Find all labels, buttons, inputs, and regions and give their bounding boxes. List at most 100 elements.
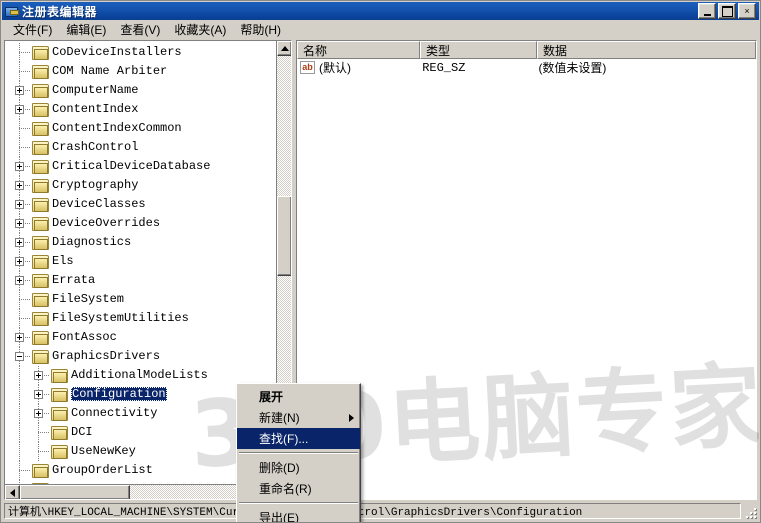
context-menu-item[interactable]: 展开 bbox=[237, 386, 360, 407]
tree-item-label: Errata bbox=[52, 273, 96, 287]
values-list-row[interactable]: ab (默认) REG_SZ (数值未设置) bbox=[297, 59, 756, 76]
tree-expand-icon[interactable] bbox=[15, 200, 24, 209]
tree-expand-icon[interactable] bbox=[34, 409, 43, 418]
tree-item-label: DCI bbox=[71, 425, 93, 439]
tree-context-menu[interactable]: 展开新建(N)查找(F)...删除(D)重命名(R)导出(E)权限(P)...复… bbox=[236, 383, 361, 523]
tree-guide-line bbox=[19, 470, 31, 471]
tree-item-label: CoDeviceInstallers bbox=[52, 45, 182, 59]
tree-expand-icon[interactable] bbox=[15, 238, 24, 247]
tree-item[interactable]: COM Name Arbiter bbox=[5, 62, 276, 81]
folder-icon bbox=[51, 388, 68, 402]
tree-item-label: Connectivity bbox=[71, 406, 158, 420]
tree-guide-line bbox=[19, 442, 20, 461]
folder-icon bbox=[32, 122, 49, 136]
status-path: 计算机\HKEY_LOCAL_MACHINE\SYSTEM\CurrentCon… bbox=[4, 503, 741, 519]
folder-icon bbox=[32, 84, 49, 98]
context-menu-item[interactable]: 查找(F)... bbox=[237, 428, 360, 449]
column-header-name[interactable]: 名称 bbox=[297, 41, 420, 59]
tree-guide-line bbox=[19, 318, 31, 319]
tree-item-label: Diagnostics bbox=[52, 235, 132, 249]
tree-guide-line bbox=[38, 432, 50, 433]
folder-icon bbox=[32, 312, 49, 326]
tree-guide-line bbox=[19, 52, 31, 53]
menu-file[interactable]: 文件(F) bbox=[6, 20, 59, 39]
tree-item-label: Els bbox=[52, 254, 74, 268]
tree-item[interactable]: CrashControl bbox=[5, 138, 276, 157]
tree-expand-icon[interactable] bbox=[15, 181, 24, 190]
tree-expand-icon[interactable] bbox=[34, 371, 43, 380]
scroll-left-button[interactable] bbox=[5, 485, 20, 499]
maximize-button[interactable] bbox=[718, 3, 736, 19]
tree-item[interactable]: Els bbox=[5, 252, 276, 271]
tree-item-label: FileSystemUtilities bbox=[52, 311, 189, 325]
tree-item-label: Cryptography bbox=[52, 178, 139, 192]
tree-collapse-icon[interactable] bbox=[15, 352, 24, 361]
folder-icon bbox=[32, 255, 49, 269]
tree-item-label: Configuration bbox=[71, 387, 167, 401]
tree-item[interactable]: DeviceOverrides bbox=[5, 214, 276, 233]
close-button[interactable]: × bbox=[738, 3, 756, 19]
menu-view[interactable]: 查看(V) bbox=[113, 20, 167, 39]
tree-item[interactable]: FileSystemUtilities bbox=[5, 309, 276, 328]
registry-editor-window: 注册表编辑器 × 文件(F) 编辑(E) 查看(V) 收藏夹(A) 帮助(H) … bbox=[0, 0, 761, 523]
tree-item[interactable]: ComputerName bbox=[5, 81, 276, 100]
context-menu-item[interactable]: 重命名(R) bbox=[237, 478, 360, 499]
context-menu-item-label: 展开 bbox=[259, 390, 284, 404]
context-menu-separator bbox=[239, 452, 358, 454]
tree-item[interactable]: Cryptography bbox=[5, 176, 276, 195]
tree-expand-icon[interactable] bbox=[15, 276, 24, 285]
minimize-button[interactable] bbox=[698, 3, 716, 19]
folder-icon bbox=[51, 407, 68, 421]
tree-item[interactable]: CriticalDeviceDatabase bbox=[5, 157, 276, 176]
tree-item[interactable]: Diagnostics bbox=[5, 233, 276, 252]
tree-item[interactable]: FontAssoc bbox=[5, 328, 276, 347]
folder-icon bbox=[32, 198, 49, 212]
context-menu-item-label: 导出(E) bbox=[259, 511, 299, 523]
tree-guide-line bbox=[38, 451, 50, 452]
tree-expand-icon[interactable] bbox=[34, 390, 43, 399]
column-header-type[interactable]: 类型 bbox=[420, 41, 537, 59]
menu-favorites[interactable]: 收藏夹(A) bbox=[167, 20, 233, 39]
tree-item[interactable]: GraphicsDrivers bbox=[5, 347, 276, 366]
context-menu-separator bbox=[239, 502, 358, 504]
menu-bar: 文件(F) 编辑(E) 查看(V) 收藏夹(A) 帮助(H) bbox=[2, 20, 759, 38]
tree-expand-icon[interactable] bbox=[15, 333, 24, 342]
column-header-data[interactable]: 数据 bbox=[537, 41, 756, 59]
folder-icon bbox=[32, 103, 49, 117]
tree-item[interactable]: ContentIndex bbox=[5, 100, 276, 119]
menu-edit[interactable]: 编辑(E) bbox=[59, 20, 113, 39]
tree-expand-icon[interactable] bbox=[15, 219, 24, 228]
folder-icon bbox=[32, 350, 49, 364]
tree-item[interactable]: FileSystem bbox=[5, 290, 276, 309]
value-name-cell: ab (默认) bbox=[297, 59, 422, 76]
tree-item-label: DeviceOverrides bbox=[52, 216, 161, 230]
tree-expand-icon[interactable] bbox=[15, 105, 24, 114]
values-list-body[interactable]: ab (默认) REG_SZ (数值未设置) bbox=[297, 59, 756, 499]
resize-grip-icon[interactable] bbox=[741, 503, 757, 519]
tree-item-label: DeviceClasses bbox=[52, 197, 146, 211]
tree-item-label: FontAssoc bbox=[52, 330, 117, 344]
context-menu-item[interactable]: 导出(E) bbox=[237, 507, 360, 523]
tree-item[interactable]: ContentIndexCommon bbox=[5, 119, 276, 138]
tree-item[interactable]: CoDeviceInstallers bbox=[5, 43, 276, 62]
menu-help[interactable]: 帮助(H) bbox=[233, 20, 288, 39]
tree-expand-icon[interactable] bbox=[15, 162, 24, 171]
tree-scroll-thumb[interactable] bbox=[277, 196, 291, 276]
tree-item[interactable]: DeviceClasses bbox=[5, 195, 276, 214]
tree-hscroll-thumb[interactable] bbox=[20, 485, 130, 499]
title-bar[interactable]: 注册表编辑器 × bbox=[2, 2, 759, 20]
values-list-pane: 名称 类型 数据 ab (默认) REG_SZ (数值未设置) bbox=[296, 40, 757, 500]
context-menu-item[interactable]: 删除(D) bbox=[237, 457, 360, 478]
folder-icon bbox=[32, 464, 49, 478]
tree-item-label: AdditionalModeLists bbox=[71, 368, 208, 382]
tree-item-label: UseNewKey bbox=[71, 444, 136, 458]
tree-guide-line bbox=[19, 385, 20, 404]
tree-item-label: ComputerName bbox=[52, 83, 139, 97]
scroll-up-button[interactable] bbox=[277, 41, 291, 56]
tree-guide-line bbox=[19, 128, 31, 129]
tree-expand-icon[interactable] bbox=[15, 86, 24, 95]
context-menu-item[interactable]: 新建(N) bbox=[237, 407, 360, 428]
tree-item-label: GroupOrderList bbox=[52, 463, 153, 477]
tree-item[interactable]: Errata bbox=[5, 271, 276, 290]
tree-expand-icon[interactable] bbox=[15, 257, 24, 266]
